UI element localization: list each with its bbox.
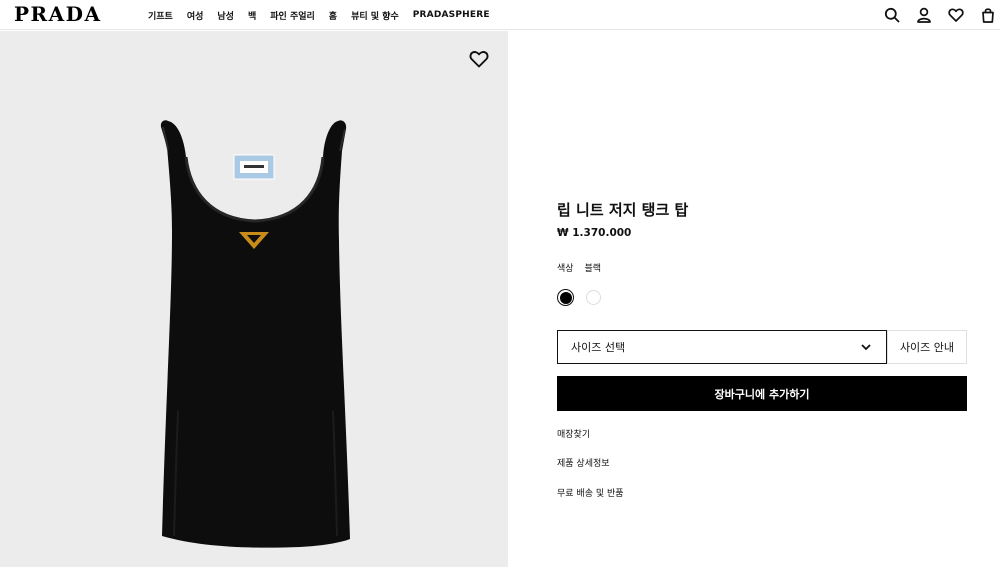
store-locator-link[interactable]: 매장찾기 (557, 427, 590, 440)
color-label: 색상 (557, 264, 574, 274)
header-icons (882, 5, 998, 25)
swatch-white[interactable] (585, 289, 602, 306)
wishlist-icon[interactable] (946, 5, 966, 25)
nav-item-women[interactable]: 여성 (187, 9, 204, 22)
product-price: ₩ 1.370.000 (557, 227, 632, 239)
size-select[interactable]: 사이즈 선택 (557, 330, 887, 364)
product-image-panel (0, 31, 508, 567)
size-guide-button[interactable]: 사이즈 안내 (887, 330, 967, 364)
main-nav: 기프트 여성 남성 백 파인 주얼리 홈 뷰티 및 향수 PRADASPHERE (148, 0, 504, 30)
product-image (160, 120, 350, 548)
nav-item-gifts[interactable]: 기프트 (148, 9, 173, 22)
chevron-down-icon (861, 344, 871, 351)
swatch-black[interactable] (557, 289, 574, 306)
add-to-wishlist-icon[interactable] (469, 49, 489, 69)
nav-item-fine-jewelry[interactable]: 파인 주얼리 (270, 9, 315, 22)
shopping-bag-icon[interactable] (978, 5, 998, 25)
site-header: PRADA 기프트 여성 남성 백 파인 주얼리 홈 뷰티 및 향수 PRADA… (0, 0, 1000, 30)
nav-item-beauty[interactable]: 뷰티 및 향수 (351, 9, 399, 22)
color-info: 색상 블랙 (557, 261, 601, 274)
nav-item-bags[interactable]: 백 (248, 9, 256, 22)
size-select-label: 사이즈 선택 (571, 341, 626, 354)
add-to-cart-button[interactable]: 장바구니에 추가하기 (557, 376, 967, 411)
nav-item-pradasphere[interactable]: PRADASPHERE (413, 10, 490, 20)
color-swatches (557, 289, 602, 306)
product-details-link[interactable]: 제품 상세정보 (557, 456, 610, 469)
search-icon[interactable] (882, 5, 902, 25)
tank-top-garment (160, 120, 350, 548)
color-value: 블랙 (584, 264, 601, 274)
brand-logo[interactable]: PRADA (14, 2, 102, 26)
product-title: 립 니트 저지 탱크 탑 (557, 201, 689, 219)
account-icon[interactable] (914, 5, 934, 25)
nav-item-men[interactable]: 남성 (217, 9, 234, 22)
shipping-returns-link[interactable]: 무료 배송 및 반품 (557, 486, 624, 499)
nav-item-home[interactable]: 홈 (329, 9, 337, 22)
